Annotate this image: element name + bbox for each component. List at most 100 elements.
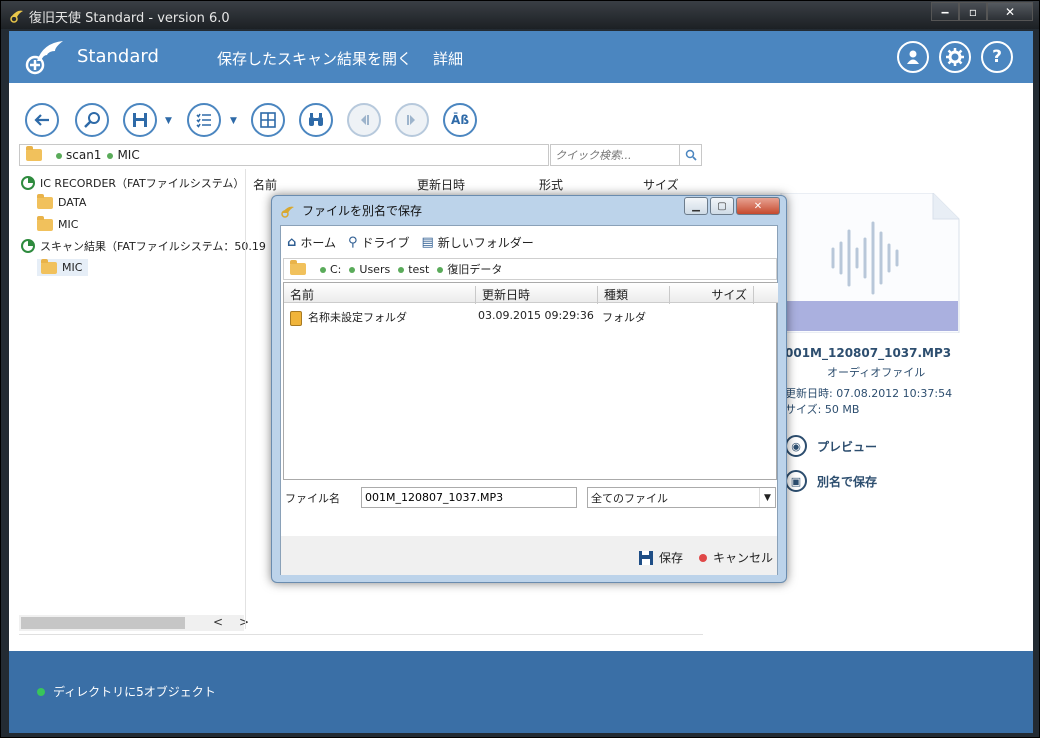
column-name[interactable]: 名前: [284, 286, 476, 304]
preview-size: サイズ: 50 MB: [785, 403, 860, 416]
dialog-maximize-button[interactable]: ▢: [710, 197, 734, 215]
filetype-select[interactable]: 全てのファイル ▼: [587, 487, 776, 508]
folder-icon: [26, 146, 42, 161]
new-folder-button[interactable]: ▤ 新しいフォルダー: [422, 234, 534, 251]
dialog-close-button[interactable]: ✕: [736, 197, 780, 215]
list-item[interactable]: 名称未設定フォルダ 03.09.2015 09:29:36 フォルダ: [284, 307, 778, 326]
dialog-footer: 保存 キャンセル: [281, 536, 777, 575]
dialog-list-header: 名前 更新日時 種類 サイズ: [284, 283, 778, 304]
tree-node-ic-recorder[interactable]: IC RECORDER（FATファイルシステム）: [21, 175, 244, 191]
quick-search: [550, 144, 702, 166]
divider: [19, 634, 703, 635]
minimize-icon: ‒: [940, 4, 950, 19]
next-button[interactable]: [395, 103, 429, 137]
next-icon: [407, 115, 415, 125]
account-button[interactable]: [897, 41, 929, 73]
prev-icon: [361, 115, 369, 125]
app-icon: [10, 10, 23, 23]
cancel-dot-icon: [699, 553, 707, 562]
dialog-minimize-button[interactable]: ▁: [684, 197, 708, 215]
details-link[interactable]: 詳細: [433, 48, 463, 69]
column-modified[interactable]: 更新日時: [417, 176, 465, 193]
grid-icon: [260, 112, 276, 128]
floppy-icon: ▣: [785, 470, 807, 492]
view-list-button[interactable]: [187, 103, 221, 137]
column-format[interactable]: 形式: [539, 176, 563, 193]
partition-icon: [21, 176, 35, 190]
thumbnail-view-button[interactable]: [251, 103, 285, 137]
brand-name: Standard: [77, 46, 159, 67]
dialog-cancel-button[interactable]: キャンセル: [699, 549, 773, 566]
tree-node-scan-results[interactable]: スキャン結果（FATファイルシステム：50.19: [21, 238, 266, 254]
alpha-beta-icon: Āß: [451, 113, 469, 127]
folder-icon: [37, 193, 53, 209]
column-name[interactable]: 名前: [253, 176, 277, 193]
column-modified[interactable]: 更新日時: [476, 286, 598, 304]
drive-icon: ⚲: [347, 235, 358, 250]
folder-icon: [37, 215, 53, 231]
minimize-button[interactable]: ‒: [931, 2, 959, 21]
maximize-icon: ▫: [968, 4, 978, 19]
scroll-thumb[interactable]: [21, 617, 185, 629]
save-dropdown-icon[interactable]: ▼: [165, 116, 172, 126]
save-as-action-button[interactable]: ▣ 別名で保存: [785, 470, 877, 492]
home-button[interactable]: ⌂ ホーム: [287, 234, 336, 251]
column-size[interactable]: サイズ: [670, 286, 754, 304]
tree-node-mic-selected[interactable]: MIC: [37, 258, 89, 276]
folder-icon: [290, 311, 302, 326]
find-button[interactable]: [299, 103, 333, 137]
title-bar: 復旧天使 Standard - version 6.0 ‒ ▫ ✕: [1, 1, 1039, 29]
close-button[interactable]: ✕: [987, 2, 1033, 21]
search-input[interactable]: [551, 146, 679, 164]
new-folder-icon: ▤: [421, 235, 434, 250]
dialog-save-button[interactable]: 保存: [639, 549, 683, 566]
open-saved-scan-link[interactable]: 保存したスキャン結果を開く: [217, 48, 412, 69]
scan-button[interactable]: [75, 103, 109, 137]
filename-label: ファイル名: [285, 492, 340, 505]
previous-button[interactable]: [347, 103, 381, 137]
search-button[interactable]: [679, 145, 701, 165]
tree-node-mic[interactable]: MIC: [37, 215, 78, 231]
view-dropdown-icon[interactable]: ▼: [230, 116, 237, 126]
home-icon: ⌂: [287, 235, 297, 250]
breadcrumb-item[interactable]: 復旧データ: [437, 261, 502, 277]
column-size[interactable]: サイズ: [643, 176, 679, 193]
preview-modified: 更新日時: 07.08.2012 10:37:54: [785, 387, 953, 400]
folder-icon: [41, 258, 57, 274]
breadcrumb-item[interactable]: Users: [349, 263, 390, 276]
file-list-header: 名前 更新日時 形式 サイズ: [249, 171, 679, 193]
maximize-icon: ▢: [717, 200, 727, 212]
help-button[interactable]: ?: [981, 41, 1013, 73]
drive-button[interactable]: ⚲ ドライブ: [348, 234, 410, 251]
close-icon: ✕: [753, 200, 763, 212]
chevron-down-icon: ▼: [759, 488, 775, 507]
question-icon: ?: [992, 47, 1002, 67]
column-kind[interactable]: 種類: [598, 286, 670, 304]
breadcrumb-item[interactable]: MIC: [107, 148, 140, 162]
minimize-icon: ▁: [692, 200, 700, 212]
status-bar: ディレクトリに5オブジェクト: [9, 651, 1033, 733]
settings-button[interactable]: [939, 41, 971, 73]
save-as-dialog: ファイルを別名で保存 ▁ ▢ ✕ ⌂ ホーム ⚲ ドライブ ▤ 新しいフォルダー C:…: [271, 195, 787, 583]
eye-icon: ◉: [785, 435, 807, 457]
filename-input[interactable]: [361, 487, 577, 508]
save-toolbar-button[interactable]: [123, 103, 157, 137]
row-name: 名称未設定フォルダ: [308, 311, 407, 324]
magnifier-icon: [84, 112, 100, 128]
maximize-button[interactable]: ▫: [959, 2, 987, 21]
preview-filetype: オーディオファイル: [827, 366, 926, 379]
dialog-file-list: 名前 更新日時 種類 サイズ 名称未設定フォルダ 03.09.2015 09:2…: [283, 282, 778, 480]
breadcrumb-item[interactable]: C:: [320, 263, 341, 276]
breadcrumb-item[interactable]: scan1: [56, 148, 101, 162]
tree-node-data[interactable]: DATA: [37, 193, 86, 209]
preview-action-button[interactable]: ◉ プレビュー: [785, 435, 877, 457]
back-button[interactable]: [25, 103, 59, 137]
dialog-toolbar: ⌂ ホーム ⚲ ドライブ ▤ 新しいフォルダー: [287, 234, 534, 251]
breadcrumb-item[interactable]: test: [398, 263, 429, 276]
folder-tree: IC RECORDER（FATファイルシステム） DATA MIC スキャン結果…: [19, 171, 266, 621]
divider: [245, 169, 246, 629]
text-search-button[interactable]: Āß: [443, 103, 477, 137]
gear-icon: [946, 48, 964, 66]
scroll-left-icon[interactable]: <: [213, 615, 223, 629]
tree-scrollbar[interactable]: < >: [19, 615, 249, 631]
